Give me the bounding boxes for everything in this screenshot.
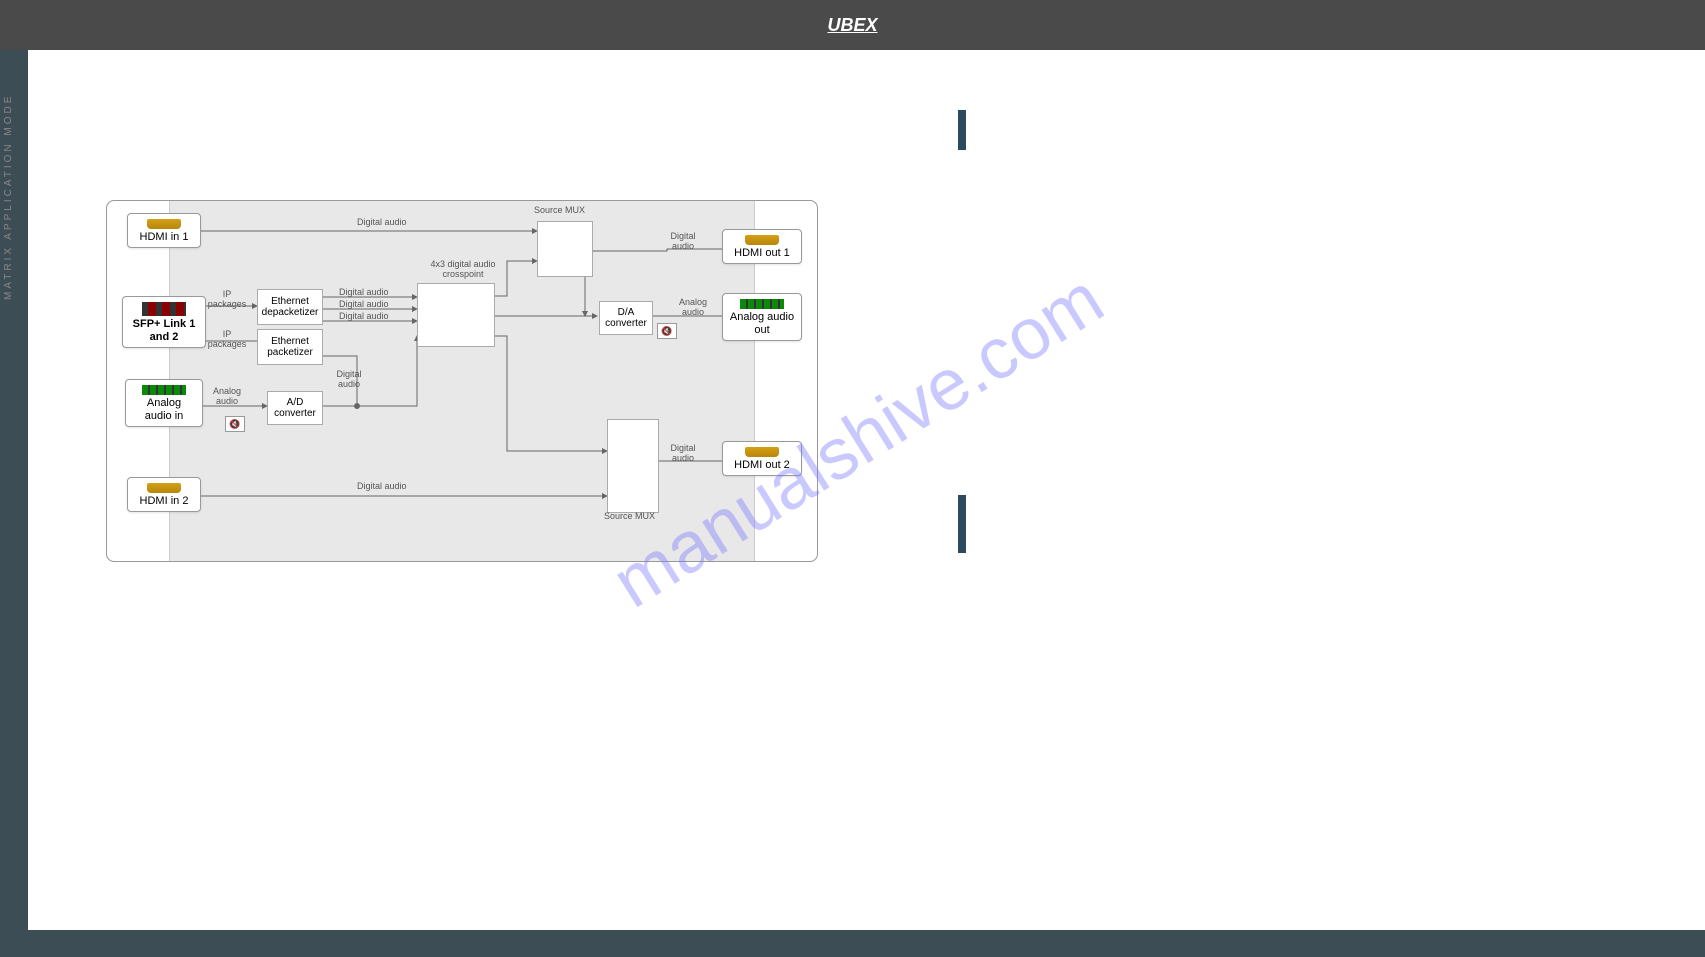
label-crosspoint: 4x3 digital audio crosspoint [427,259,499,279]
port-analog-in: Analog audio in [125,379,203,427]
label-analog-audio: Analog audio [207,386,247,406]
port-hdmi-out-1: HDMI out 1 [722,229,802,264]
port-hdmi-out-2: HDMI out 2 [722,441,802,476]
mute-icon: 🔇 [657,323,677,339]
label-digital-audio-5: Digital audio [665,443,701,463]
hdmi-icon [745,447,779,457]
label-analog-audio-2: Analog audio [675,297,711,317]
page-content: HDMI in 1 SFP+ Link 1 and 2 Analog audio… [28,50,1705,930]
sidebar-label: MATRIX APPLICATION MODE [3,94,14,300]
label-source-mux-top: Source MUX [534,205,585,215]
label-ip-packages: IP packages [205,289,249,309]
label-digital-audio-3: Digital audio [357,481,407,491]
label-da2: Digital audio [339,299,389,309]
audio-routing-diagram: HDMI in 1 SFP+ Link 1 and 2 Analog audio… [106,200,818,562]
label-digital-audio-2: Digital audio [329,369,369,389]
port-hdmi-in-1: HDMI in 1 [127,213,201,248]
top-bar: UBEX [0,0,1705,50]
port-analog-out: Analog audio out [722,293,802,341]
label-ip-packages-2: IP packages [205,329,249,349]
block-da-converter: D/A converter [599,301,653,335]
label-source-mux-bottom: Source MUX [604,511,655,521]
port-hdmi-in-2: HDMI in 2 [127,477,201,512]
block-crosspoint [417,283,495,347]
logo: UBEX [827,15,877,36]
hdmi-icon [147,483,181,493]
analog-icon [142,385,186,395]
hdmi-icon [147,219,181,229]
block-source-mux-bottom [607,419,659,513]
label-da3: Digital audio [339,311,389,321]
hdmi-icon [745,235,779,245]
block-ad-converter: A/D converter [267,391,323,425]
label-digital-audio: Digital audio [357,217,407,227]
mute-icon: 🔇 [225,416,245,432]
block-depacketizer: Ethernet depacketizer [257,289,323,325]
label-digital-audio-4: Digital audio [665,231,701,251]
sfp-icon [142,302,186,316]
analog-icon [740,299,784,309]
block-packetizer: Ethernet packetizer [257,329,323,365]
block-source-mux-top [537,221,593,277]
port-sfp-link: SFP+ Link 1 and 2 [122,296,206,348]
label-da1: Digital audio [339,287,389,297]
